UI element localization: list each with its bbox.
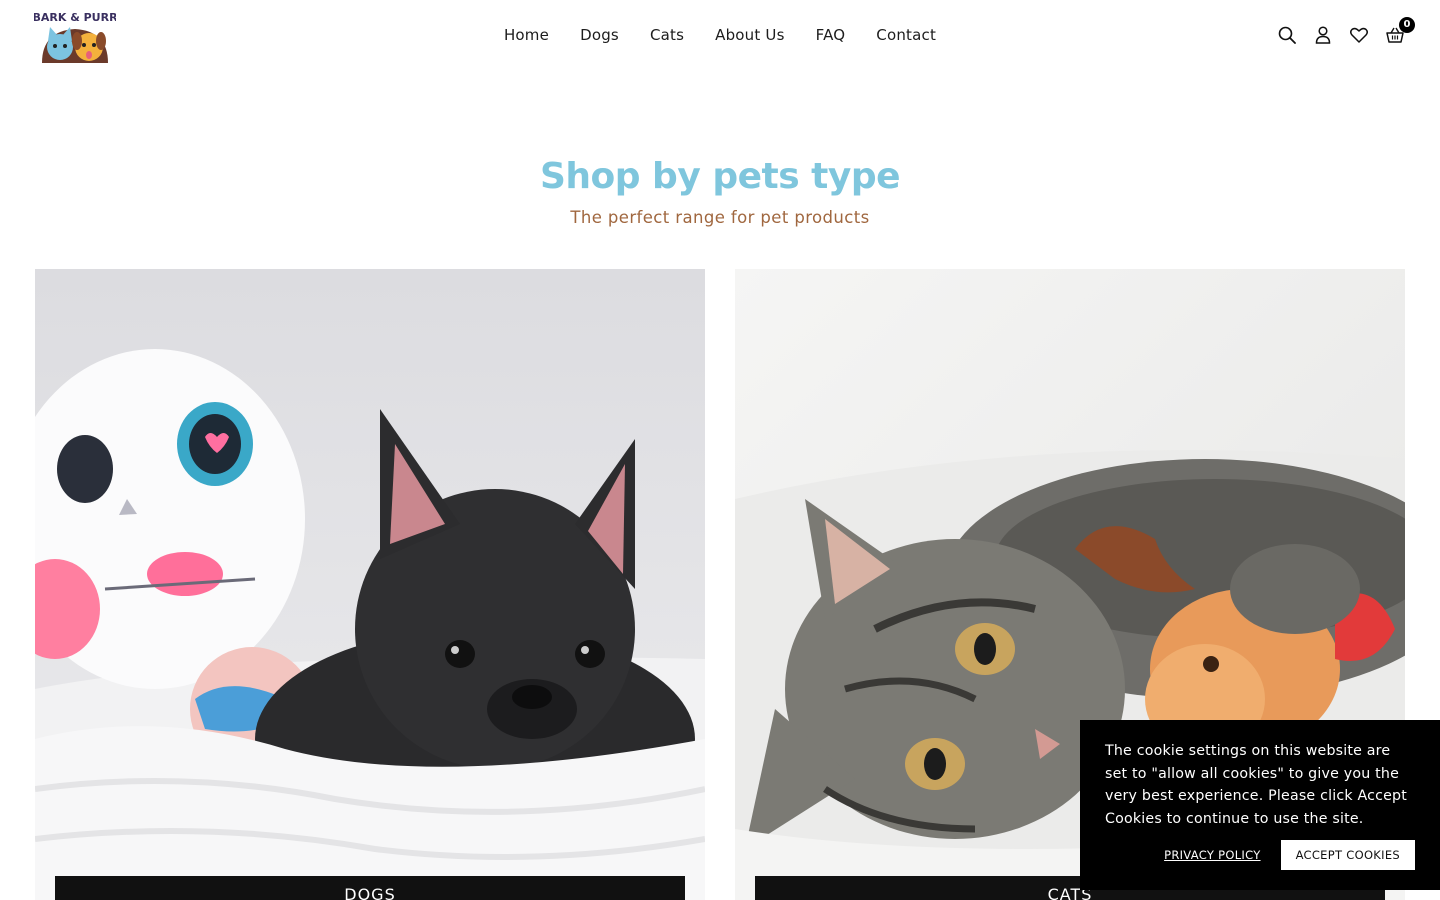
nav-dogs[interactable]: Dogs: [565, 24, 635, 46]
nav-faq[interactable]: FAQ: [800, 24, 861, 46]
main-nav: Home Dogs Cats About Us FAQ Contact: [0, 24, 1440, 46]
dog-photo: [35, 269, 705, 900]
accept-cookies-button[interactable]: ACCEPT COOKIES: [1280, 840, 1415, 870]
logo-text: BARK & PURR: [34, 11, 116, 24]
nav-home[interactable]: Home: [488, 24, 564, 46]
site-header: BARK & PURR Home Dogs Cats About Us FAQ …: [0, 0, 1440, 72]
cookie-actions: PRIVACY POLICY ACCEPT COOKIES: [1164, 840, 1415, 870]
shop-by-pet-section: Shop by pets type The perfect range for …: [0, 152, 1440, 227]
section-subtitle: The perfect range for pet products: [570, 208, 870, 227]
dogs-category-card[interactable]: DOGS: [35, 269, 705, 900]
cookie-banner: The cookie settings on this website are …: [1080, 720, 1440, 890]
cookie-message: The cookie settings on this website are …: [1105, 743, 1408, 827]
nav-about-us[interactable]: About Us: [700, 24, 801, 46]
basket-icon[interactable]: 0: [1386, 17, 1415, 46]
account-icon[interactable]: [1314, 24, 1332, 46]
privacy-policy-link[interactable]: PRIVACY POLICY: [1164, 848, 1260, 862]
nav-cats[interactable]: Cats: [634, 24, 699, 46]
heart-icon[interactable]: [1350, 24, 1368, 46]
section-title: Shop by pets type: [539, 156, 901, 197]
cart-count-badge: 0: [1399, 17, 1415, 33]
header-icons: 0: [1278, 17, 1415, 46]
search-icon[interactable]: [1278, 24, 1296, 46]
dogs-card-label[interactable]: DOGS: [55, 876, 685, 900]
nav-contact[interactable]: Contact: [861, 24, 952, 46]
